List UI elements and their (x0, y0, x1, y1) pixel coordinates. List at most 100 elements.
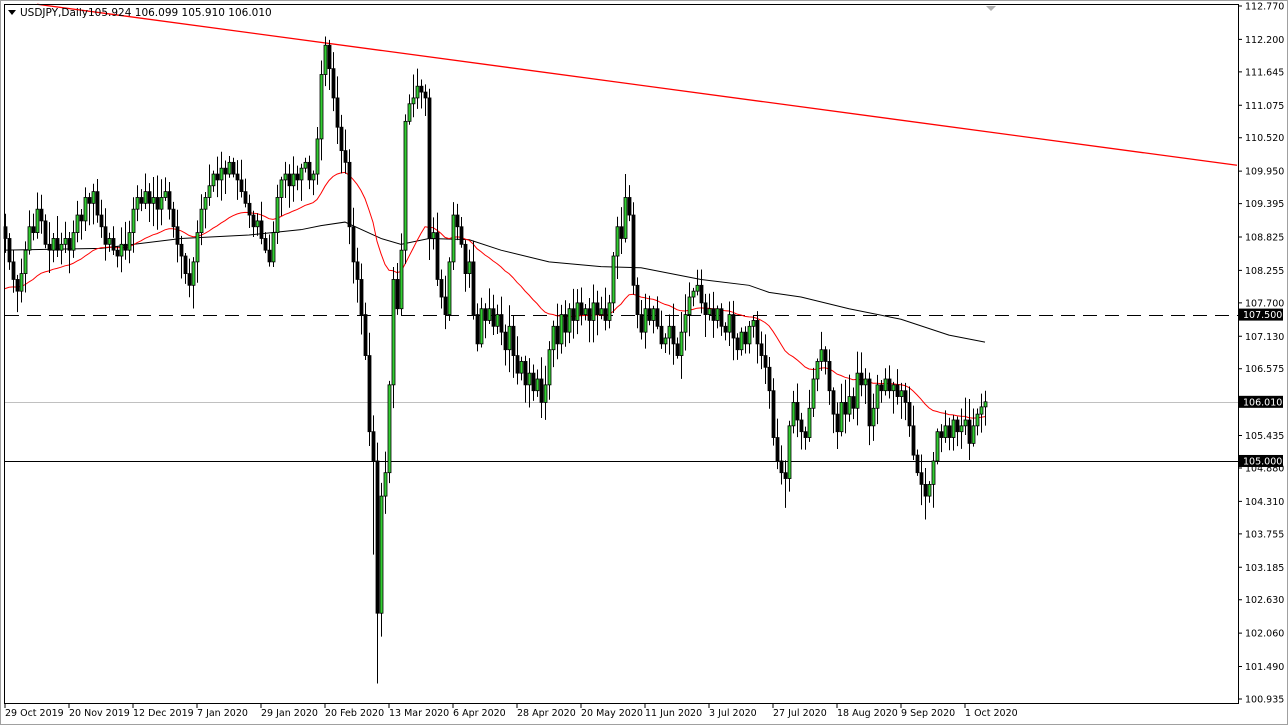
date-tick-label: 7 Jan 2020 (197, 708, 248, 719)
price-tick-label: 109.950 (1245, 167, 1284, 178)
price-tick-label: 111.075 (1245, 101, 1284, 112)
candle-body-bull (607, 302, 612, 321)
candle-body-bull (959, 425, 964, 433)
candle-body-bull (811, 378, 816, 409)
candle-body-bear (287, 173, 292, 187)
candle-body-bull (667, 325, 672, 339)
candle-body-bull (979, 406, 984, 415)
candle-body-bear (563, 314, 568, 333)
candle-body-bear (243, 191, 248, 204)
price-tick-label: 105.435 (1245, 431, 1284, 442)
candle-body-bear (123, 243, 128, 251)
price-tick-label: 107.130 (1245, 332, 1284, 343)
candle-body-bull (683, 314, 688, 333)
date-tick-label: 9 Sep 2020 (901, 708, 955, 719)
candle-body-bull (71, 232, 76, 251)
candle-body-bull (611, 255, 616, 304)
candle-body-bear (331, 68, 336, 99)
candle-body-bull (467, 261, 472, 274)
candle-body-bear (619, 226, 624, 239)
candle-body-bull (211, 173, 216, 187)
candle-body-bull (255, 220, 260, 228)
candle-body-bear (175, 226, 180, 245)
candle-body-bull (871, 407, 876, 427)
candle-body-bear (79, 214, 84, 222)
candle-body-bull (583, 308, 588, 315)
candle-body-bear (31, 226, 36, 234)
price-label-support: 105.000 (1243, 456, 1282, 467)
candle-body-bear (363, 314, 368, 356)
candle-body-bull (303, 161, 308, 169)
candle-body-bull (963, 419, 968, 427)
candle-body-bull (415, 85, 420, 99)
candle-body-bear (835, 413, 840, 433)
candle-body-bear (595, 302, 600, 315)
candle-body-bear (627, 197, 632, 216)
candle-body-bull (807, 407, 812, 438)
date-tick-label: 27 Jul 2020 (773, 708, 827, 719)
candle-body-bear (367, 355, 372, 433)
candle-body-bear (827, 361, 832, 392)
candle-body-bear (775, 437, 780, 462)
candle-body-bull (739, 331, 744, 351)
candle-body-bull (863, 378, 868, 386)
candle-body-bull (535, 378, 540, 392)
candle-body-bear (823, 349, 828, 362)
candle-body-bear (911, 425, 916, 456)
candle-body-bull (299, 167, 304, 181)
candle (427, 88, 432, 260)
candle-body-bear (11, 261, 16, 280)
candle-body-bull (207, 185, 212, 198)
candle-body-bear (427, 97, 432, 239)
price-tick-label: 109.395 (1245, 199, 1284, 210)
candle-body-bull (127, 232, 132, 251)
candle-body-bear (671, 325, 676, 345)
candle-body-bear (603, 308, 608, 321)
candle-body-bear (763, 355, 768, 368)
candle-body-bull (507, 325, 512, 351)
candle-body-bear (767, 366, 772, 392)
candle-body-bear (99, 214, 104, 228)
candle-body-bear (803, 431, 808, 438)
candle-body-bear (967, 419, 972, 444)
candle (447, 257, 452, 321)
candle-body-bull (19, 273, 24, 292)
candle-body-bear (171, 208, 176, 228)
candle-body-bear (359, 279, 364, 315)
candle-body-bear (655, 308, 660, 327)
candle-body-bull (599, 308, 604, 315)
candle-body-bull (291, 173, 296, 187)
candle-body-bear (483, 308, 488, 321)
candle-body-bear (919, 472, 924, 485)
price-tick-label: 102.630 (1245, 595, 1284, 606)
candle-body-bear (723, 325, 728, 333)
candle-body-bear (571, 308, 576, 321)
price-tick-label: 104.310 (1245, 497, 1284, 508)
candle-body-bear (923, 483, 928, 497)
candle-body-bull (135, 197, 140, 210)
candle-body-bull (275, 197, 280, 234)
candle-body-bear (343, 150, 348, 163)
date-tick-label: 12 Dec 2019 (133, 708, 194, 719)
candle-body-bear (895, 384, 900, 397)
candle-body-bear (339, 126, 344, 152)
price-tick-label: 107.700 (1245, 298, 1284, 309)
candle-body-bear (139, 197, 144, 204)
price-chart[interactable]: 112.770 112.200 111.645 111.075 110.520 109.9… (0, 0, 1288, 725)
candle-body-bull (91, 191, 96, 204)
candle-body-bear (759, 343, 764, 356)
candle-body-bull (191, 261, 196, 286)
chart-background (0, 0, 1288, 725)
candle-body-bull (615, 226, 620, 257)
candle-body-bull (203, 197, 208, 210)
candle-body-bull (379, 495, 384, 614)
candle-body-bull (431, 232, 436, 239)
date-tick-label: 1 Oct 2020 (965, 708, 1018, 719)
date-tick-label: 20 Nov 2019 (69, 708, 130, 719)
candle-body-bear (515, 355, 520, 374)
candle (387, 380, 392, 484)
candle-body-bear (95, 191, 100, 216)
candle-body-bull (975, 413, 980, 427)
candle-body-bear (659, 325, 664, 345)
candle-body-bear (183, 255, 188, 274)
